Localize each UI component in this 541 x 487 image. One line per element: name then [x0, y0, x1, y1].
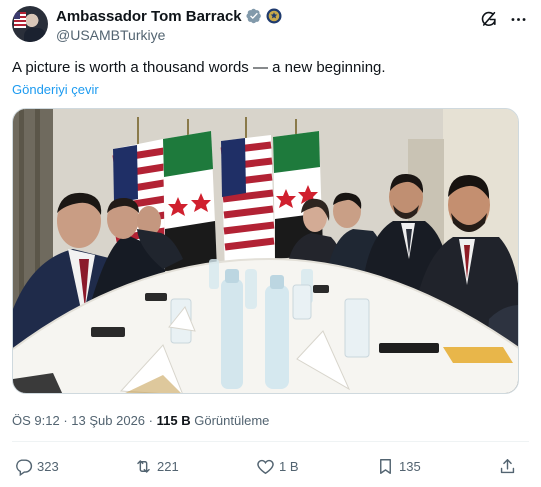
- share-button[interactable]: [498, 454, 517, 478]
- flag-us-2: [220, 117, 275, 277]
- meta-separator: ·: [148, 413, 153, 428]
- like-button[interactable]: 1 B: [256, 454, 299, 478]
- heart-icon: [257, 459, 274, 474]
- tweet-photo[interactable]: [12, 108, 519, 394]
- tweet-date[interactable]: 13 Şub 2026: [71, 413, 145, 428]
- display-name-row: Ambassador Tom Barrack: [56, 6, 282, 26]
- government-verified-badge-icon[interactable]: [246, 8, 262, 24]
- like-count: 1 B: [279, 458, 299, 474]
- share-icon: [500, 458, 515, 473]
- author-names: Ambassador Tom Barrack @USAMBTurkiye: [56, 6, 282, 43]
- bookmark-count: 135: [399, 458, 421, 474]
- retweet-button[interactable]: 221: [134, 454, 179, 478]
- reply-button[interactable]: 323: [14, 454, 59, 478]
- us-seal-icon[interactable]: [266, 8, 282, 24]
- author-handle[interactable]: @USAMBTurkiye: [56, 27, 282, 43]
- avatar[interactable]: [12, 6, 48, 42]
- tweet-text: A picture is worth a thousand words — a …: [12, 59, 386, 76]
- views-count: 115 B: [156, 413, 191, 428]
- grok-icon[interactable]: [477, 8, 499, 30]
- tweet-meta: ÖS 9:12 · 13 Şub 2026 · 115 B Görüntülem…: [12, 413, 269, 428]
- translate-post-link[interactable]: Gönderiyi çevir: [12, 82, 99, 97]
- bookmark-button[interactable]: 135: [376, 454, 421, 478]
- tweet-time[interactable]: ÖS 9:12: [12, 413, 60, 428]
- tweet-card: Ambassador Tom Barrack @USAMBTurkiye A p…: [0, 0, 541, 487]
- retweet-icon: [137, 459, 150, 473]
- views-label: Görüntüleme: [194, 413, 270, 428]
- avatar-figure: [24, 28, 46, 42]
- bookmark-icon: [380, 458, 391, 474]
- meta-separator: ·: [63, 413, 68, 428]
- divider: [12, 441, 529, 442]
- retweet-count: 221: [157, 458, 179, 474]
- author-display-name[interactable]: Ambassador Tom Barrack: [56, 8, 242, 25]
- tweet-header: Ambassador Tom Barrack @USAMBTurkiye: [12, 6, 529, 46]
- reply-icon: [16, 458, 33, 476]
- more-icon[interactable]: [507, 8, 529, 30]
- header-actions: [477, 8, 529, 30]
- photo: [13, 109, 518, 393]
- tweet-actions: 323 221 1 B 135: [12, 454, 519, 478]
- reply-count: 323: [37, 458, 59, 474]
- avatar-flag: [14, 12, 26, 28]
